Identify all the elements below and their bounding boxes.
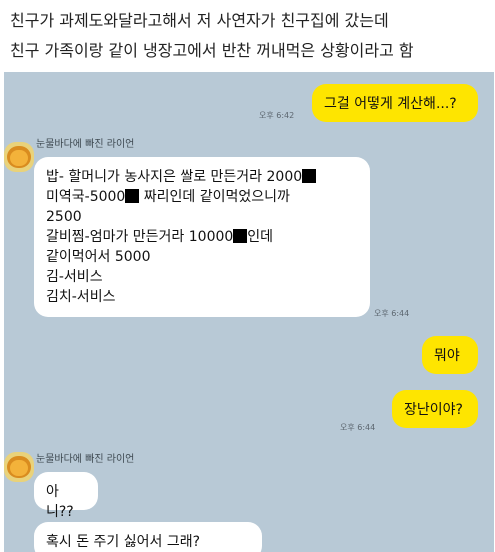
message-line: 밥- 할머니가 농사지은 쌀로 만든거라 2000 — [46, 167, 358, 187]
my-message-bubble: 장난이야? — [392, 390, 478, 428]
message-text: 아니?? — [46, 484, 74, 520]
their-message-bubble: 혹시 돈 주기 싫어서 그래? — [34, 522, 262, 552]
message-line: 2500 — [46, 209, 82, 225]
sender-name: 눈물바다에 빠진 라이언 — [36, 139, 135, 150]
message-text: 뭐야 — [434, 348, 460, 364]
redaction-block — [302, 169, 317, 183]
chat-screenshot: 그걸 어떻게 계산해...? 오후 6:42 눈물바다에 빠진 라이언 밥- 할… — [4, 72, 494, 552]
message-line: 김치-서비스 — [46, 289, 116, 305]
my-message-bubble: 뭐야 — [422, 336, 478, 374]
timestamp: 오후 6:44 — [374, 309, 410, 318]
message-line: 김-서비스 — [46, 269, 103, 285]
ryan-avatar-icon[interactable] — [4, 452, 34, 482]
message-line: 미역국-5000 짜리인데 같이먹었으니까 — [46, 189, 290, 205]
message-text: 장난이야? — [404, 402, 463, 418]
message-line: 같이먹어서 5000 — [46, 249, 151, 265]
my-message-bubble: 그걸 어떻게 계산해...? — [312, 84, 478, 122]
message-text: 그걸 어떻게 계산해...? — [324, 96, 457, 112]
their-message-bubble: 아니?? — [34, 472, 98, 520]
their-message-bubble: 밥- 할머니가 농사지은 쌀로 만든거라 2000 미역국-5000 짜리인데 … — [34, 157, 370, 317]
timestamp: 오후 6:42 — [259, 111, 295, 120]
redaction-block — [233, 229, 248, 243]
message-text: 혹시 돈 주기 싫어서 그래? — [46, 534, 201, 550]
timestamp: 오후 6:44 — [340, 423, 376, 432]
ryan-avatar-icon[interactable] — [4, 142, 34, 172]
caption-line-1: 친구가 과제도와달라고해서 저 사연자가 친구집에 갔는데 — [10, 11, 389, 30]
caption-line-2: 친구 가족이랑 같이 냉장고에서 반찬 꺼내먹은 상황이라고 함 — [10, 41, 414, 60]
message-line: 갈비찜-엄마가 만든거라 10000 인데 — [46, 229, 274, 245]
sender-name: 눈물바다에 빠진 라이언 — [36, 454, 135, 465]
redaction-block — [125, 189, 140, 203]
